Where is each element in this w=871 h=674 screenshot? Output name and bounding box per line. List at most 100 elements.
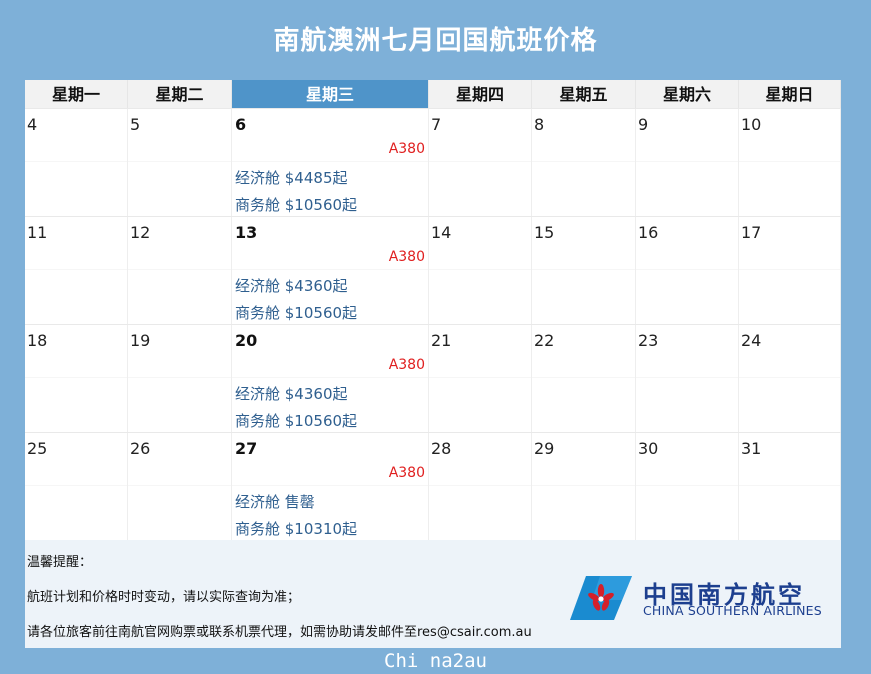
economy-fare: 经济舱 $4360起 xyxy=(235,385,348,403)
china-southern-logo: 中国南方航空 CHINA SOUTHERN AIRLINES xyxy=(570,572,840,622)
day-cell: 18 xyxy=(25,325,128,432)
week-row: 4 5 6 A380 经济舱 $4485起 商务舱 $10560起 7 8 9 10 xyxy=(25,108,841,216)
cell-divider xyxy=(232,485,428,486)
day-cell: 21 xyxy=(429,325,532,432)
cell-divider xyxy=(128,377,231,378)
economy-fare: 经济舱 $4360起 xyxy=(235,277,348,295)
flight-day-cell[interactable]: 13 A380 经济舱 $4360起 商务舱 $10560起 xyxy=(232,217,429,324)
day-number: 20 xyxy=(235,331,258,350)
day-number: 25 xyxy=(27,439,48,458)
cell-divider xyxy=(739,161,840,162)
day-cell: 30 xyxy=(636,433,739,540)
weekday-header: 星期三 xyxy=(232,80,429,108)
weekday-header: 星期一 xyxy=(25,80,128,108)
day-number: 26 xyxy=(130,439,151,458)
cell-divider xyxy=(739,269,840,270)
cell-divider xyxy=(532,485,635,486)
page-title: 南航澳洲七月回国航班价格 xyxy=(273,26,598,56)
day-cell: 22 xyxy=(532,325,636,432)
day-number: 27 xyxy=(235,439,258,458)
cell-divider xyxy=(636,269,738,270)
day-number: 21 xyxy=(431,331,452,350)
day-number: 8 xyxy=(534,115,545,134)
day-number: 29 xyxy=(534,439,555,458)
kapok-flower-tail-icon xyxy=(570,576,632,620)
business-fare: 商务舱 $10560起 xyxy=(235,304,358,322)
cell-divider xyxy=(429,377,531,378)
day-number: 23 xyxy=(638,331,659,350)
notes-heading: 温馨提醒： xyxy=(27,555,93,570)
cell-divider xyxy=(532,269,635,270)
flight-day-cell[interactable]: 6 A380 经济舱 $4485起 商务舱 $10560起 xyxy=(232,109,429,216)
cell-divider xyxy=(636,485,738,486)
cell-divider xyxy=(25,377,127,378)
day-cell: 7 xyxy=(429,109,532,216)
day-number: 18 xyxy=(27,331,48,350)
flight-day-cell[interactable]: 27 A380 经济舱 售罄 商务舱 $10310起 xyxy=(232,433,429,540)
cell-divider xyxy=(429,485,531,486)
weekday-header: 星期二 xyxy=(128,80,232,108)
day-number: 24 xyxy=(741,331,762,350)
calendar-weeks: 4 5 6 A380 经济舱 $4485起 商务舱 $10560起 7 8 9 10 11 12 13 A… xyxy=(25,108,841,540)
cell-divider xyxy=(636,377,738,378)
day-cell: 23 xyxy=(636,325,739,432)
day-number: 31 xyxy=(741,439,762,458)
cell-divider xyxy=(429,161,531,162)
day-number: 9 xyxy=(638,115,649,134)
day-number: 19 xyxy=(130,331,151,350)
day-number: 13 xyxy=(235,223,258,242)
day-cell: 12 xyxy=(128,217,232,324)
day-number: 12 xyxy=(130,223,151,242)
day-number: 16 xyxy=(638,223,659,242)
day-cell: 15 xyxy=(532,217,636,324)
day-cell: 19 xyxy=(128,325,232,432)
cell-divider xyxy=(25,161,127,162)
day-number: 14 xyxy=(431,223,452,242)
aircraft-type: A380 xyxy=(388,357,425,373)
cell-divider xyxy=(636,161,738,162)
flight-day-cell[interactable]: 20 A380 经济舱 $4360起 商务舱 $10560起 xyxy=(232,325,429,432)
day-cell: 17 xyxy=(739,217,841,324)
day-number: 17 xyxy=(741,223,762,242)
watermark: Chi na2au xyxy=(384,650,487,672)
day-number: 30 xyxy=(638,439,659,458)
day-number: 22 xyxy=(534,331,555,350)
day-cell: 8 xyxy=(532,109,636,216)
week-row: 18 19 20 A380 经济舱 $4360起 商务舱 $10560起 21 22 23 24 xyxy=(25,324,841,432)
cell-divider xyxy=(25,269,127,270)
day-cell: 16 xyxy=(636,217,739,324)
notes-panel: 温馨提醒： 航班计划和价格时时变动，请以实际查询为准； 请各位旅客前往南航官网购… xyxy=(25,540,841,648)
cell-divider xyxy=(128,269,231,270)
day-cell: 11 xyxy=(25,217,128,324)
weekday-header-row: 星期一 星期二 星期三 星期四 星期五 星期六 星期日 xyxy=(25,80,841,108)
cell-divider xyxy=(429,269,531,270)
day-number: 6 xyxy=(235,115,247,134)
cell-divider xyxy=(232,161,428,162)
weekday-header: 星期日 xyxy=(739,80,841,108)
day-number: 28 xyxy=(431,439,452,458)
weekday-header: 星期五 xyxy=(532,80,636,108)
day-number: 7 xyxy=(431,115,442,134)
cell-divider xyxy=(25,485,127,486)
economy-fare: 经济舱 $4485起 xyxy=(235,169,348,187)
cell-divider xyxy=(739,485,840,486)
weekday-header: 星期六 xyxy=(636,80,739,108)
day-cell: 5 xyxy=(128,109,232,216)
day-cell: 9 xyxy=(636,109,739,216)
day-cell: 29 xyxy=(532,433,636,540)
logo-name-en: CHINA SOUTHERN AIRLINES xyxy=(643,603,822,618)
week-row: 25 26 27 A380 经济舱 售罄 商务舱 $10310起 28 29 30 31 xyxy=(25,432,841,540)
day-cell: 4 xyxy=(25,109,128,216)
cell-divider xyxy=(532,377,635,378)
day-cell: 10 xyxy=(739,109,841,216)
day-cell: 25 xyxy=(25,433,128,540)
aircraft-type: A380 xyxy=(388,249,425,265)
cell-divider xyxy=(532,161,635,162)
day-number: 15 xyxy=(534,223,555,242)
aircraft-type: A380 xyxy=(388,141,425,157)
weekday-header: 星期四 xyxy=(429,80,532,108)
day-cell: 31 xyxy=(739,433,841,540)
economy-fare: 经济舱 售罄 xyxy=(235,493,315,511)
day-number: 5 xyxy=(130,115,141,134)
day-number: 11 xyxy=(27,223,48,242)
